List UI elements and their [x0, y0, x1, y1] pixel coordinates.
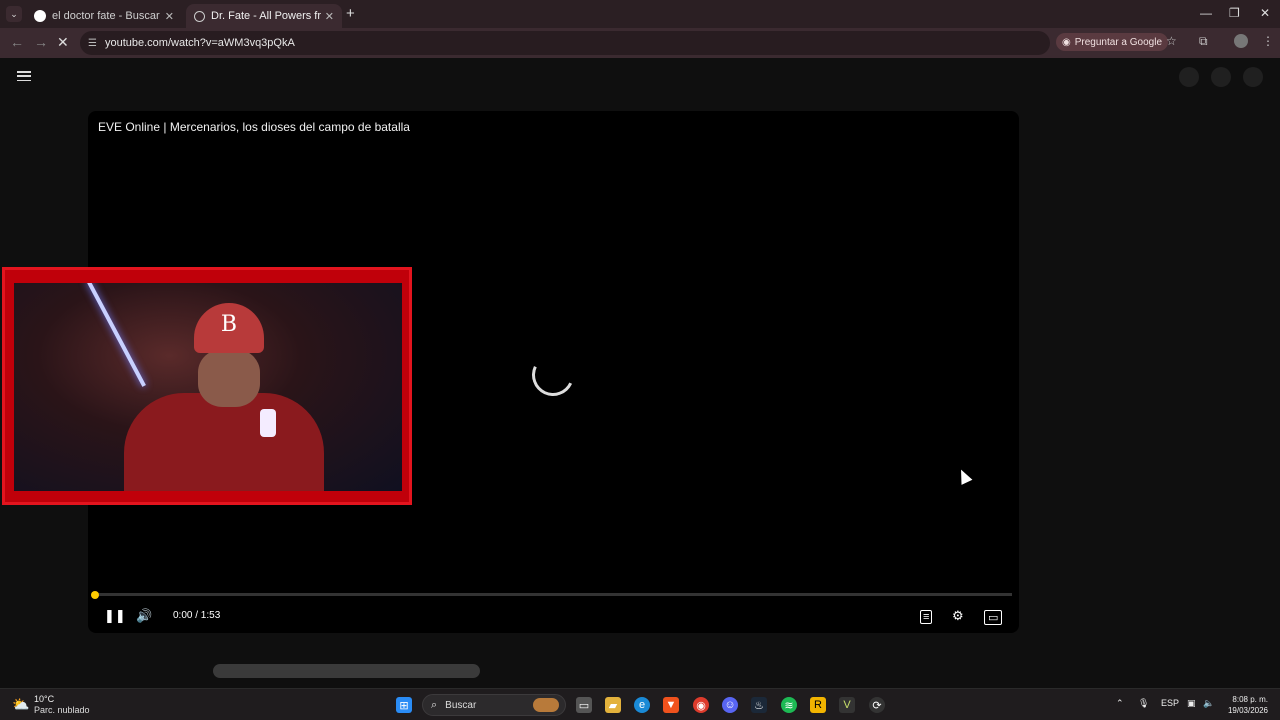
close-tab-icon[interactable]: ✕ — [325, 10, 334, 23]
pause-button[interactable]: ❚❚ — [104, 608, 126, 624]
weather-condition[interactable]: Parc. nublado — [34, 705, 90, 715]
placeholder-icon — [1179, 67, 1199, 87]
rockstar-icon[interactable]: R — [810, 697, 826, 713]
close-tab-icon[interactable]: ✕ — [165, 10, 174, 23]
person-body — [124, 393, 324, 491]
show-hidden-icons[interactable]: ⌃ — [1116, 698, 1124, 709]
loading-icon — [194, 10, 205, 22]
search-placeholder: Buscar — [445, 699, 477, 711]
minimize-button[interactable]: — — [1200, 6, 1212, 20]
new-tab-button[interactable]: + — [346, 5, 355, 22]
volume-icon[interactable]: 🔊 — [136, 608, 152, 624]
spotify-icon[interactable]: ≋ — [781, 697, 797, 713]
volume-tray-icon[interactable]: 🔈 — [1203, 698, 1214, 709]
app-icon[interactable]: ⟳ — [869, 697, 885, 713]
tab-list-button[interactable]: ⌄ — [6, 6, 22, 22]
ask-google-button[interactable]: ◉ Preguntar a Google — [1056, 33, 1169, 51]
task-view-icon[interactable]: ▭ — [576, 697, 592, 713]
stop-loading-button[interactable]: ✕ — [57, 34, 69, 51]
person-face — [198, 349, 260, 407]
vortex-icon[interactable]: V — [839, 697, 855, 713]
tab-title: Dr. Fate - All Powers from Black — [211, 10, 321, 22]
placeholder-icon — [1211, 67, 1231, 87]
tab-youtube[interactable]: Dr. Fate - All Powers from Black ✕ — [186, 4, 342, 28]
steam-icon[interactable]: ♨ — [751, 697, 767, 713]
settings-gear-icon[interactable]: ⚙ — [952, 608, 964, 624]
video-title[interactable]: EVE Online | Mercenarios, los dioses del… — [98, 120, 410, 134]
start-button[interactable]: ⊞ — [396, 697, 412, 713]
theater-mode-button[interactable]: ▭ — [984, 610, 1003, 625]
close-window-button[interactable]: ✕ — [1260, 6, 1270, 20]
search-highlight-icon — [533, 698, 559, 712]
extensions-icon[interactable]: ⧉ — [1199, 34, 1208, 49]
tab-google-search[interactable]: el doctor fate - Buscar con Goo ✕ — [26, 4, 182, 28]
scrubber-handle[interactable] — [91, 591, 99, 599]
system-clock[interactable]: 8:08 p. m. 19/03/2026 — [1226, 694, 1268, 716]
brave-icon[interactable]: ▼ — [663, 697, 679, 713]
site-info-icon[interactable]: ☰ — [88, 38, 97, 49]
discord-icon[interactable]: ☺ — [722, 697, 738, 713]
forward-button[interactable]: → — [34, 34, 48, 50]
profile-avatar[interactable] — [1234, 34, 1248, 48]
progress-bar[interactable] — [95, 593, 1012, 596]
edge-icon[interactable]: e — [634, 697, 650, 713]
search-box[interactable]: ⌕ Buscar — [422, 694, 566, 716]
weather-icon[interactable]: ⛅ — [12, 696, 29, 713]
placeholder-avatar — [1243, 67, 1263, 87]
back-button[interactable]: ← — [10, 34, 24, 50]
tab-strip: ⌄ el doctor fate - Buscar con Goo ✕ Dr. … — [0, 0, 1280, 28]
menu-icon[interactable]: ⋮ — [1262, 34, 1274, 48]
time-display: 0:00 / 1:53 — [173, 610, 221, 621]
google-icon — [34, 10, 46, 22]
clock-time: 8:08 p. m. — [1232, 695, 1268, 704]
tab-title: el doctor fate - Buscar con Goo — [52, 10, 161, 22]
url-text: youtube.com/watch?v=aWM3vq3pQkA — [104, 37, 295, 49]
baseball-cap: B — [194, 303, 264, 353]
maximize-button[interactable]: ❐ — [1229, 6, 1240, 20]
search-icon: ⌕ — [431, 698, 438, 711]
bookmark-star-icon[interactable]: ☆ — [1166, 34, 1177, 48]
microphone — [260, 409, 276, 437]
windows-taskbar: ⛅ 10°C Parc. nublado ⊞ ⌕ Buscar ▭ ▰ e ▼ … — [0, 688, 1280, 720]
clock-date: 19/03/2026 — [1227, 706, 1268, 715]
language-indicator[interactable]: ESP — [1161, 698, 1179, 708]
microphone-icon[interactable]: 🎙 — [1138, 698, 1149, 709]
subtitles-button[interactable]: ≡ — [920, 610, 933, 624]
ask-google-label: Preguntar a Google — [1074, 36, 1163, 48]
chrome-icon[interactable]: ◉ — [693, 697, 709, 713]
file-explorer-icon[interactable]: ▰ — [605, 697, 621, 713]
neon-light — [86, 283, 146, 387]
lens-icon: ◉ — [1062, 36, 1071, 48]
webcam-feed: B — [14, 283, 402, 491]
network-icon[interactable]: ▣ — [1187, 698, 1196, 709]
guide-menu-icon[interactable] — [17, 71, 31, 81]
address-bar[interactable]: ☰ youtube.com/watch?v=aWM3vq3pQkA — [80, 31, 1050, 55]
loading-placeholder-bar — [213, 664, 480, 678]
temperature[interactable]: 10°C — [34, 694, 54, 704]
loading-spinner — [526, 348, 580, 402]
webcam-overlay: B — [2, 267, 412, 505]
